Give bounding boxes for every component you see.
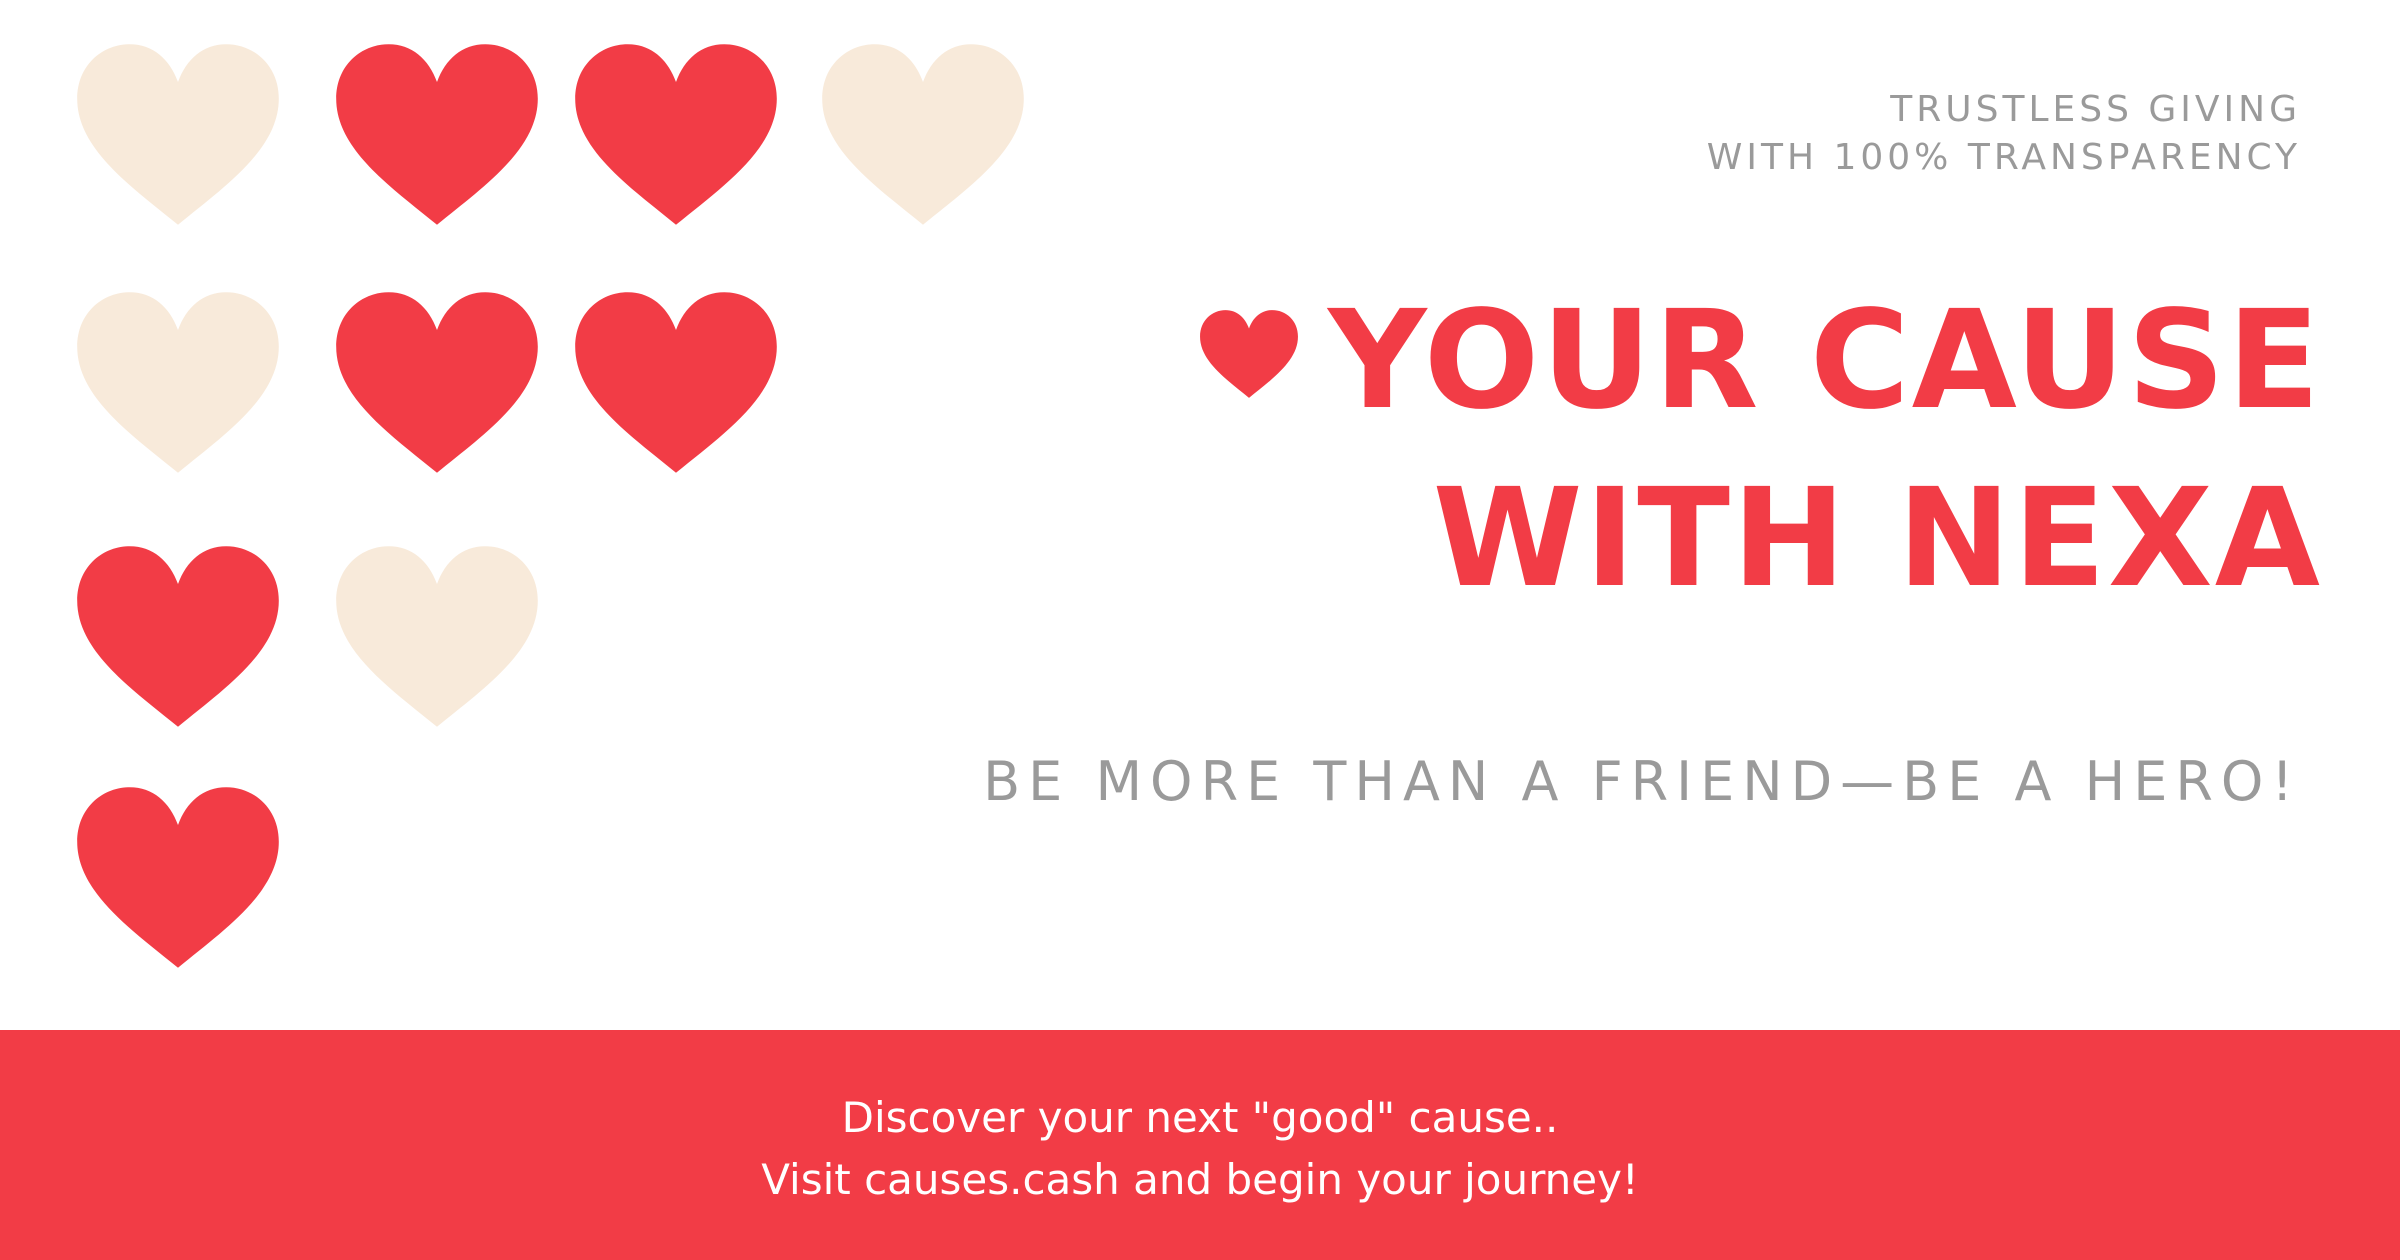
footer-banner: Discover your next "good" cause.. Visit … xyxy=(0,1030,2400,1260)
tagline-line-1: TRUSTLESS GIVING xyxy=(1890,89,2301,130)
heart-icon xyxy=(73,40,283,229)
tagline-line-2: WITH 100% TRANSPARENCY xyxy=(1706,137,2301,178)
heart-icon xyxy=(818,40,1028,229)
footer-line-2: Visit causes.cash and begin your journey… xyxy=(761,1155,1639,1204)
heart-icon xyxy=(1198,308,1300,400)
footer-line-1: Discover your next "good" cause.. xyxy=(841,1093,1559,1142)
heart-icon xyxy=(73,288,283,477)
headline-line-2: WITH NEXA xyxy=(1432,460,2322,618)
heart-icon xyxy=(332,40,542,229)
heart-icon xyxy=(73,783,283,972)
tagline: TRUSTLESS GIVING WITH 100% TRANSPARENCY xyxy=(1707,86,2301,182)
headline-line-1: YOUR CAUSE xyxy=(1328,282,2322,440)
slogan: BE MORE THAN A FRIEND—BE A HERO! xyxy=(983,750,2301,813)
heart-icon xyxy=(332,542,542,731)
heart-icon xyxy=(571,288,781,477)
heart-icon xyxy=(571,40,781,229)
heart-icon xyxy=(73,542,283,731)
headline-line-1-wrap: YOUR CAUSE xyxy=(1198,272,2322,450)
headline: YOUR CAUSE WITH NEXA xyxy=(1198,272,2322,628)
heart-icon xyxy=(332,288,542,477)
